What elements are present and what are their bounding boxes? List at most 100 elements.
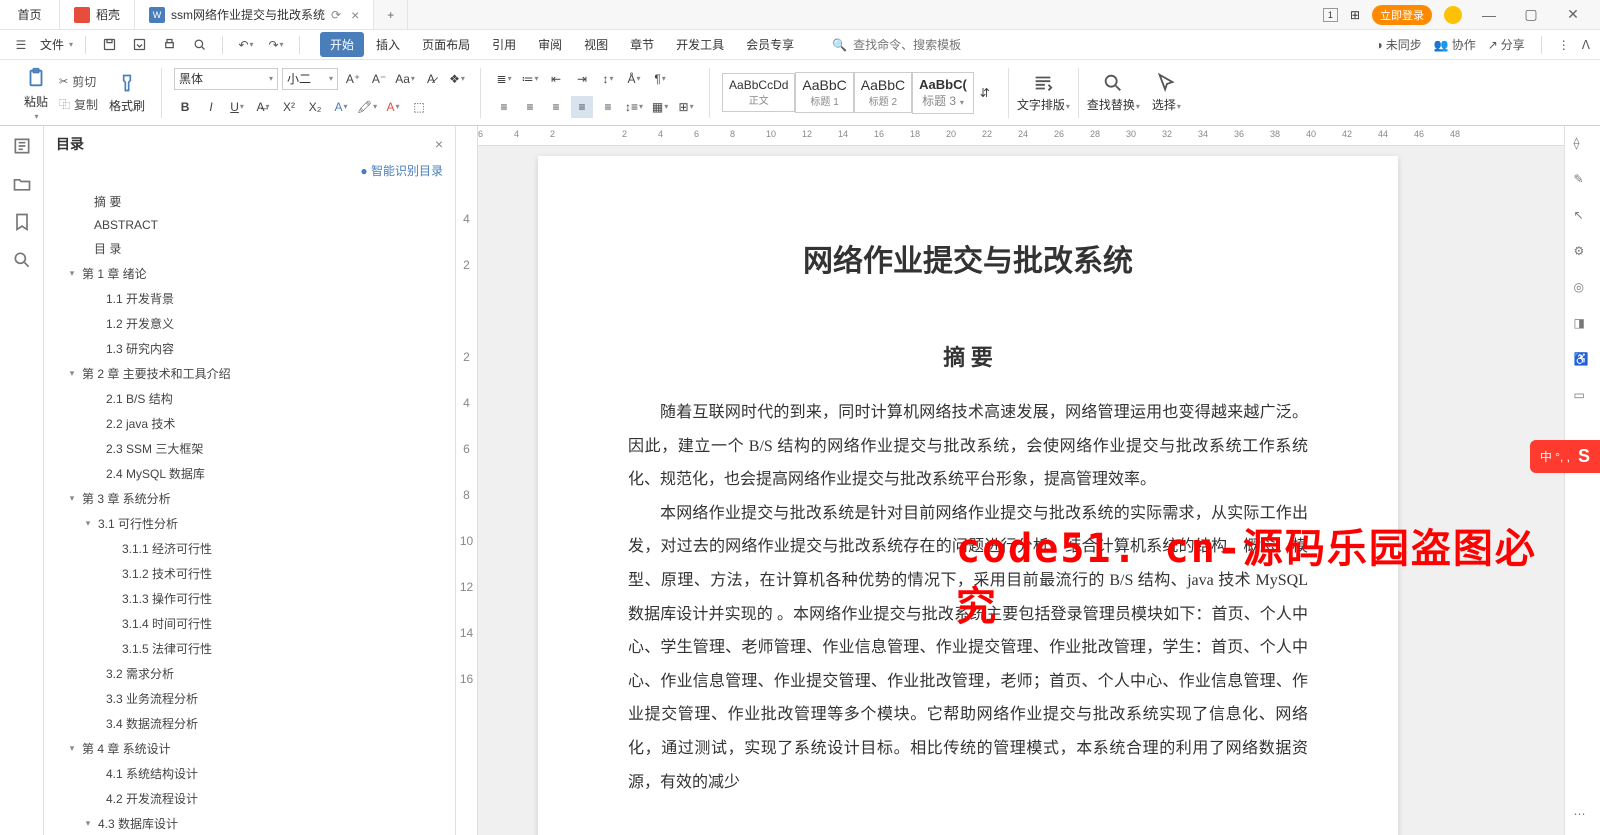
settings-icon[interactable]: ⚙ [1574, 244, 1592, 262]
underline-icon[interactable]: U▾ [226, 96, 248, 118]
toc-item[interactable]: 2.3 SSM 三大框架 [44, 436, 455, 461]
page-scroll[interactable]: 网络作业提交与批改系统 摘 要 随着互联网时代的到来，同时计算机网络技术高速发展… [478, 126, 1564, 835]
collab-button[interactable]: 👥 协作 [1434, 36, 1476, 53]
style-normal[interactable]: AaBbCcDd正文 [722, 73, 795, 112]
font-name-select[interactable]: 黑体▾ [174, 68, 278, 90]
redo-icon[interactable]: ↷▾ [265, 34, 287, 56]
shading-icon[interactable]: ▦▾ [649, 96, 671, 118]
auto-detect-toc[interactable]: ● 智能识别目录 [44, 162, 455, 185]
grow-font-icon[interactable]: A⁺ [342, 68, 364, 90]
superscript-icon[interactable]: X² [278, 96, 300, 118]
chart-icon[interactable]: ◨ [1574, 316, 1592, 334]
share-button[interactable]: ↗ 分享 [1488, 36, 1525, 53]
shrink-font-icon[interactable]: A⁻ [368, 68, 390, 90]
borders-icon[interactable]: ⊞▾ [675, 96, 697, 118]
collapse-ribbon-icon[interactable]: ᐱ [1582, 38, 1590, 52]
tab-chapter[interactable]: 章节 [620, 32, 664, 57]
toc-item[interactable]: ▾第 2 章 主要技术和工具介绍 [44, 361, 455, 386]
tab-review[interactable]: 审阅 [528, 32, 572, 57]
more-icon[interactable]: ⋮ [1558, 38, 1570, 52]
maximize-button[interactable]: ▢ [1516, 6, 1546, 23]
text-effect-icon[interactable]: A▾ [330, 96, 352, 118]
style-h1[interactable]: AaBbC标题 1 [795, 72, 853, 113]
undo-icon[interactable]: ↶▾ [235, 34, 257, 56]
format-brush-button[interactable]: 格式刷 [105, 69, 149, 116]
avatar-icon[interactable] [1444, 6, 1462, 24]
toc-item[interactable]: 3.4 数据流程分析 [44, 711, 455, 736]
toc-list[interactable]: 摘 要ABSTRACT目 录▾第 1 章 绪论1.1 开发背景1.2 开发意义1… [44, 185, 455, 835]
copy-button[interactable]: ⿻ 复制 [55, 94, 102, 115]
toc-item[interactable]: 4.2 开发流程设计 [44, 786, 455, 811]
bold-icon[interactable]: B [174, 96, 196, 118]
login-button[interactable]: 立即登录 [1372, 5, 1432, 25]
apps-icon[interactable]: ⊞ [1350, 8, 1360, 22]
toc-item[interactable]: ▾第 3 章 系统分析 [44, 486, 455, 511]
tab-reference[interactable]: 引用 [482, 32, 526, 57]
toc-item[interactable]: ▾3.1 可行性分析 [44, 511, 455, 536]
strike-icon[interactable]: A̶▾ [252, 96, 274, 118]
window-layout-icon[interactable]: 1 [1323, 8, 1338, 22]
toc-item[interactable]: ▾第 1 章 绪论 [44, 261, 455, 286]
toc-item[interactable]: 1.3 研究内容 [44, 336, 455, 361]
book-icon[interactable]: ▭ [1574, 388, 1592, 406]
file-menu[interactable]: 文件▾ [40, 36, 73, 53]
toc-item[interactable]: 2.2 java 技术 [44, 411, 455, 436]
toc-item[interactable]: ▾4.3 数据库设计 [44, 811, 455, 835]
ime-indicator[interactable]: 中 °, ,S [1530, 440, 1600, 473]
close-pane-icon[interactable]: × [435, 136, 443, 152]
folder-icon[interactable] [12, 174, 32, 194]
bookmark-icon[interactable] [12, 212, 32, 232]
command-search[interactable]: 🔍 [832, 38, 993, 52]
print-preview-icon[interactable] [188, 34, 210, 56]
align-right-icon[interactable]: ≡ [545, 96, 567, 118]
find-icon[interactable] [12, 250, 32, 270]
numbering-icon[interactable]: ≔▾ [519, 68, 541, 90]
pointer-icon[interactable]: ↖ [1574, 208, 1592, 226]
toc-item[interactable]: 3.1.2 技术可行性 [44, 561, 455, 586]
accessibility-icon[interactable]: ♿ [1574, 352, 1592, 370]
subscript-icon[interactable]: X₂ [304, 96, 326, 118]
align-left-icon[interactable]: ≡ [493, 96, 515, 118]
style-h2[interactable]: AaBbC标题 2 [854, 72, 912, 113]
tab-document[interactable]: W ssm网络作业提交与批改系统 ⟳ × [135, 0, 374, 29]
toc-item[interactable]: ABSTRACT [44, 214, 455, 236]
tab-start[interactable]: 开始 [320, 32, 364, 57]
rocket-icon[interactable]: ⟠ [1574, 136, 1592, 154]
sync-status[interactable]: ◑ 未同步 [1375, 36, 1421, 53]
align-distribute-icon[interactable]: ≡ [597, 96, 619, 118]
change-case-icon[interactable]: Aa▾ [394, 68, 416, 90]
outline-icon[interactable] [12, 136, 32, 156]
font-size-select[interactable]: 小二▾ [282, 68, 338, 90]
indent-icon[interactable]: ⇥ [571, 68, 593, 90]
char-border-icon[interactable]: ⬚ [408, 96, 430, 118]
toc-item[interactable]: 目 录 [44, 236, 455, 261]
highlight-icon[interactable]: 🖍▾ [356, 96, 378, 118]
cut-button[interactable]: ✂ 剪切 [55, 71, 102, 92]
paste-button[interactable]: 粘贴▾ [20, 63, 52, 123]
toc-item[interactable]: 1.1 开发背景 [44, 286, 455, 311]
toc-item[interactable]: 3.1.1 经济可行性 [44, 536, 455, 561]
reload-icon[interactable]: ⟳ [331, 8, 341, 22]
tab-home[interactable]: 首页 [0, 0, 60, 29]
tab-daoke[interactable]: 稻壳 [60, 0, 135, 29]
toc-item[interactable]: 2.4 MySQL 数据库 [44, 461, 455, 486]
text-layout-button[interactable]: 文字排版▾ [1013, 70, 1074, 115]
toc-item[interactable]: 3.1.5 法律可行性 [44, 636, 455, 661]
minimize-button[interactable]: — [1474, 7, 1504, 23]
toc-item[interactable]: 3.1.3 操作可行性 [44, 586, 455, 611]
menu-icon[interactable]: ☰ [10, 34, 32, 56]
sort-icon[interactable]: Å▾ [623, 68, 645, 90]
save-icon[interactable] [98, 34, 120, 56]
style-h3[interactable]: AaBbC(标题 3 ▾ [912, 72, 974, 114]
line-spacing-icon[interactable]: ↕≡▾ [623, 96, 645, 118]
toc-item[interactable]: 4.1 系统结构设计 [44, 761, 455, 786]
phonetic-icon[interactable]: ❖▾ [446, 68, 468, 90]
print-icon[interactable] [158, 34, 180, 56]
align-center-icon[interactable]: ≡ [519, 96, 541, 118]
select-button[interactable]: 选择▾ [1148, 70, 1185, 115]
align-justify-icon[interactable]: ≡ [571, 96, 593, 118]
tab-view[interactable]: 视图 [574, 32, 618, 57]
toc-item[interactable]: 摘 要 [44, 189, 455, 214]
outdent-icon[interactable]: ⇤ [545, 68, 567, 90]
styles-more-icon[interactable]: ⇵ [974, 82, 996, 104]
